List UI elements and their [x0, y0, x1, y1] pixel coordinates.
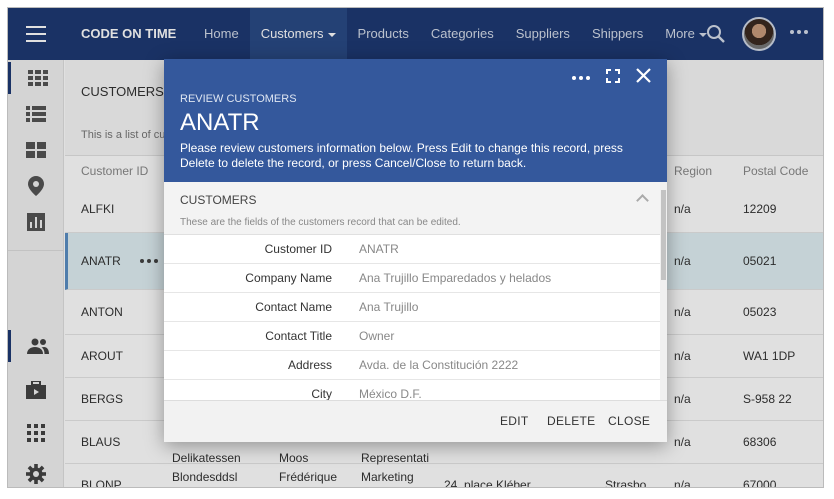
field-value: ANATR [359, 242, 399, 256]
field-row-customer-id: Customer ID ANATR [164, 235, 660, 264]
dialog-footer: EDIT DELETE CLOSE [164, 400, 667, 442]
review-customer-dialog: REVIEW CUSTOMERS ANATR Please review cus… [164, 59, 667, 442]
field-label: City [311, 387, 332, 400]
field-value: Ana Trujillo Emparedados y helados [359, 271, 552, 285]
delete-button[interactable]: DELETE [547, 414, 595, 428]
field-value: Owner [359, 329, 395, 343]
field-label: Contact Title [265, 329, 332, 343]
field-label: Customer ID [264, 242, 332, 256]
field-value: Avda. de la Constitución 2222 [359, 358, 519, 372]
field-label: Contact Name [255, 300, 332, 314]
field-row-address: Address Avda. de la Constitución 2222 [164, 351, 660, 380]
dialog-header: REVIEW CUSTOMERS ANATR Please review cus… [164, 59, 667, 182]
field-label: Address [287, 358, 332, 372]
field-value: Ana Trujillo [359, 300, 419, 314]
dialog-scrollbar[interactable] [660, 182, 667, 400]
close-button[interactable]: CLOSE [608, 414, 650, 428]
category-description: These are the fields of the customers re… [180, 217, 461, 228]
field-row-contact-name: Contact Name Ana Trujillo [164, 293, 660, 322]
dialog-title: ANATR [180, 109, 260, 136]
close-icon[interactable] [636, 68, 651, 88]
app-window: CODE ON TIME Home Customers Products Catego… [8, 8, 823, 487]
scrollbar-thumb[interactable] [661, 190, 666, 280]
field-label: Company Name [245, 271, 332, 285]
category-name: CUSTOMERS [180, 193, 257, 207]
dialog-overline: REVIEW CUSTOMERS [180, 93, 297, 105]
dialog-instructions: Please review customers information belo… [180, 141, 623, 170]
field-row-company-name: Company Name Ana Trujillo Emparedados y … [164, 264, 660, 293]
category-header[interactable]: CUSTOMERS These are the fields of the cu… [164, 182, 660, 235]
more-options-icon[interactable] [572, 76, 590, 80]
field-value: México D.F. [359, 387, 422, 400]
field-row-contact-title: Contact Title Owner [164, 322, 660, 351]
edit-button[interactable]: EDIT [500, 414, 529, 428]
field-row-city: City México D.F. [164, 380, 660, 400]
chevron-up-icon[interactable] [636, 194, 649, 207]
field-list: Customer ID ANATR Company Name Ana Truji… [164, 235, 660, 400]
fullscreen-icon[interactable] [606, 68, 620, 88]
dialog-toolbar [572, 68, 651, 88]
